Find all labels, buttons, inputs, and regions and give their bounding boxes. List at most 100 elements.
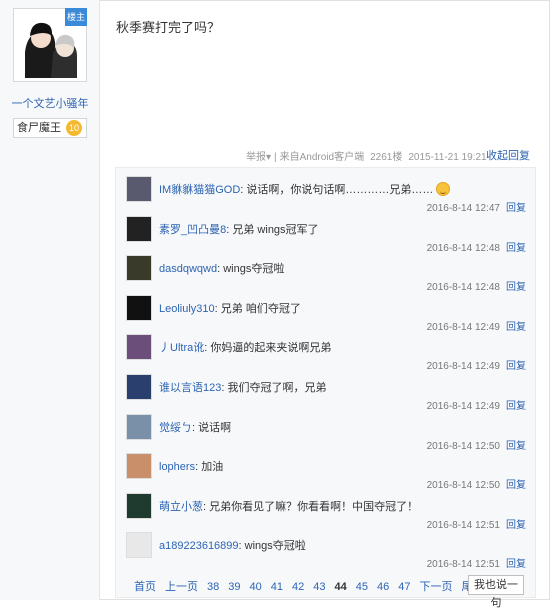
reply-text: wings夺冠啦 [244,540,306,553]
reply-time: 2016-8-14 12:51 [426,519,500,531]
reply-button[interactable]: 回复 [506,480,526,491]
chevron-down-icon: ▾ [266,152,272,163]
source-link[interactable]: 来自Android客户端 [280,152,364,163]
reply-meta: 2016-8-14 12:48 回复 [427,239,526,254]
page-link-45[interactable]: 45 [356,581,368,593]
reply-line: Leoliuly310: 兄弟 咱们夺冠了 [159,302,301,315]
reply-line: 丿Ultra讹: 你妈逼的起来夹说啊兄弟 [159,342,332,355]
reply-avatar[interactable] [126,532,152,559]
smile-emoji-icon [436,182,451,196]
reply-time: 2016-8-14 12:49 [426,401,500,412]
reply-button[interactable]: 回复 [506,441,526,452]
avatar[interactable]: 楼主 [13,8,87,82]
reply-button[interactable]: 回复 [506,401,526,412]
reply-username[interactable]: 萌立小葱 [159,501,203,513]
page-link-46[interactable]: 46 [377,581,389,593]
level-icon: 10 [66,120,82,136]
reply-username[interactable]: 素罗_凹凸曼8 [159,224,226,236]
reply-avatar[interactable] [126,413,152,440]
user-title: 食尸魔王 [17,122,61,134]
reply-button[interactable]: 回复 [506,243,526,254]
page-link-43[interactable]: 43 [313,581,325,593]
reply-item: 萌立小葱: 兄弟你看见了嘛？你看看啊！中国夺冠了！ 2016-8-14 12:51… [126,492,526,531]
reply-item: a189223616899: wings夺冠啦 2016-8-14 12:51 回复 [126,532,526,570]
post-tail: 举报▾ | 来自Android客户端 2261楼 2015-11-21 19:21 [246,152,487,163]
reply-username[interactable]: a189223616899 [159,540,239,552]
reply-meta: 2016-8-14 12:47 回复 [427,199,526,214]
collapse-reply-link[interactable]: 收起回复 [486,147,530,163]
page-link-38[interactable]: 38 [207,581,219,593]
reply-avatar[interactable] [126,255,152,282]
reply-meta: 2016-8-14 12:49 回复 [427,318,526,333]
reply-username[interactable]: IM貅貅猫猫GOD [159,184,240,196]
user-sidebar: 楼主 一个文艺小骚年 食尸魔王 10 [0,0,100,600]
reply-line: 萌立小葱: 兄弟你看见了嘛？你看看啊！中国夺冠了！ [159,500,419,513]
reply-text: 你妈逼的起来夹说啊兄弟 [210,342,332,355]
username-link[interactable]: 一个文艺小骚年 [0,95,100,111]
reply-text: 兄弟 咱们夺冠了 [220,302,301,315]
reply-username[interactable]: 觉绥ㄅ [159,422,192,434]
reply-text: 兄弟 wings冠军了 [232,223,319,236]
user-title-badge[interactable]: 食尸魔王 10 [13,118,87,138]
reply-avatar[interactable] [126,176,152,202]
reply-text: 加油 [201,461,224,474]
reply-button[interactable]: 回复 [506,559,526,570]
reply-list: IM貅貅猫猫GOD: 说话啊，你说句话啊…………兄弟…… 2016-8-14 12… [115,167,536,598]
reply-line: dasdqwqwd: wings夺冠啦 [159,263,285,276]
first-page-link[interactable]: 首页 [134,581,156,593]
reply-line: 觉绥ㄅ: 说话啊 [159,421,232,434]
reply-button[interactable]: 回复 [506,282,526,293]
reply-meta: 2016-8-14 12:49 回复 [427,397,526,412]
reply-line: IM貅貅猫猫GOD: 说话啊，你说句话啊…………兄弟…… [159,181,451,197]
reply-item: 觉绥ㄅ: 说话啊 2016-8-14 12:50 回复 [126,413,526,452]
reply-button[interactable]: 回复 [506,361,526,372]
reply-avatar[interactable] [126,453,152,480]
prev-page-link[interactable]: 上一页 [165,581,198,593]
reply-time: 2016-8-14 12:51 [426,559,500,571]
reply-username[interactable]: 谁以言语123 [159,382,221,394]
reply-username[interactable]: 丿Ultra讹 [159,342,204,354]
reply-username[interactable]: lophers [159,461,195,473]
reply-meta: 2016-8-14 12:51 回复 [427,555,526,570]
reply-time: 2016-8-14 12:50 [426,480,500,492]
reply-avatar[interactable] [126,334,152,361]
reply-item: 丿Ultra讹: 你妈逼的起来夹说啊兄弟 2016-8-14 12:49 回复 [126,334,526,372]
reply-item: dasdqwqwd: wings夺冠啦 2016-8-14 12:48 回复 [126,255,526,293]
reply-line: a189223616899: wings夺冠啦 [159,540,306,553]
reply-meta: 2016-8-14 12:50 回复 [427,476,526,491]
reply-avatar[interactable] [126,294,152,321]
post-content: 秋季赛打完了吗？ [116,20,221,35]
reply-avatar[interactable] [126,374,152,400]
page-link-41[interactable]: 41 [271,581,283,593]
reply-username[interactable]: Leoliuly310 [159,303,215,315]
reply-item: IM貅貅猫猫GOD: 说话啊，你说句话啊…………兄弟…… 2016-8-14 12… [126,176,526,214]
owner-badge: 楼主 [65,8,87,26]
report-link[interactable]: 举报▾ [246,152,271,163]
page-link-39[interactable]: 39 [228,581,240,593]
pagination: 首页上一页38394041424344454647下一页尾页 [134,578,493,594]
reply-time: 2016-8-14 12:48 [426,282,500,294]
reply-avatar[interactable] [126,215,152,242]
reply-avatar[interactable] [126,492,152,519]
reply-item: 谁以言语123: 我们夺冠了啊，兄弟 2016-8-14 12:49 回复 [126,374,526,412]
reply-text: 说话啊，你说句话啊…………兄弟…… [246,184,434,196]
reply-item: lophers: 加油 2016-8-14 12:50 回复 [126,453,526,491]
reply-item: 素罗_凹凸曼8: 兄弟 wings冠军了 2016-8-14 12:48 回复 [126,215,526,254]
reply-time: 2016-8-14 12:47 [426,203,500,214]
reply-text: 我们夺冠了啊，兄弟 [227,382,327,394]
page-link-40[interactable]: 40 [250,581,262,593]
reply-button[interactable]: 回复 [506,520,526,531]
reply-username[interactable]: dasdqwqwd [159,263,217,275]
post-time: 2015-11-21 19:21 [408,152,487,163]
reply-button[interactable]: 回复 [506,322,526,333]
page-link-47[interactable]: 47 [398,581,410,593]
reply-meta: 2016-8-14 12:48 回复 [427,278,526,293]
reply-time: 2016-8-14 12:50 [426,440,500,452]
reply-meta: 2016-8-14 12:50 回复 [427,437,526,452]
page-link-42[interactable]: 42 [292,581,304,593]
floor-number: 2261楼 [370,152,403,163]
next-page-link[interactable]: 下一页 [420,581,453,593]
say-something-button[interactable]: 我也说一句 [468,575,524,609]
reply-line: 素罗_凹凸曼8: 兄弟 wings冠军了 [159,223,319,236]
reply-button[interactable]: 回复 [506,203,526,214]
